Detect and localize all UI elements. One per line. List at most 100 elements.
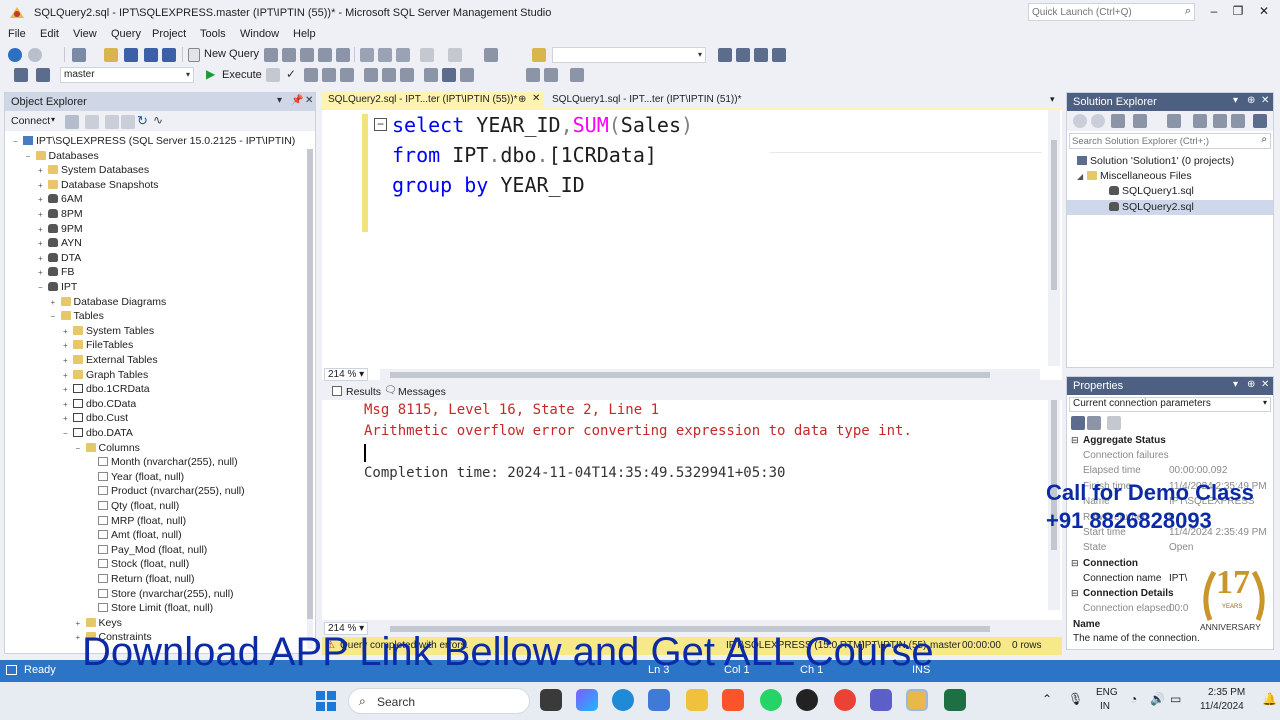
collapse-icon[interactable]: −	[13, 137, 23, 146]
redo-icon[interactable]	[448, 48, 462, 62]
refresh-icon[interactable]: ↻	[137, 113, 148, 129]
properties-object-selector[interactable]: Current connection parameters ▾	[1069, 397, 1271, 412]
tree-node-table[interactable]: + dbo.1CRData	[63, 383, 150, 397]
uncomment-icon[interactable]	[544, 68, 558, 82]
tree-node-folder[interactable]: + Database Snapshots	[38, 179, 158, 193]
expand-icon[interactable]: +	[38, 225, 48, 234]
menu-query[interactable]: Query	[111, 28, 141, 40]
region-code[interactable]: IN	[1100, 701, 1110, 712]
cut-icon[interactable]	[360, 48, 374, 62]
tree-node-folder[interactable]: − Columns	[76, 442, 140, 456]
live-stats-icon[interactable]	[382, 68, 396, 82]
tree-node-folder[interactable]: + System Databases	[38, 164, 149, 178]
close-icon[interactable]: ✕	[532, 93, 540, 104]
tree-node-db[interactable]: +9PM	[38, 223, 83, 237]
category-aggregate-status[interactable]: ⊟ Aggregate Status	[1067, 435, 1273, 450]
brave-icon[interactable]	[722, 689, 744, 711]
expand-icon[interactable]: ◢	[1077, 172, 1087, 181]
tree-node-folder[interactable]: + System Tables	[63, 325, 154, 339]
dropdown-icon[interactable]: ▾	[277, 95, 282, 106]
tree-node-folder[interactable]: + Graph Tables	[63, 369, 148, 383]
execute-icon[interactable]: ▶	[206, 67, 215, 81]
find-combo[interactable]: ▾	[552, 47, 706, 63]
teams-icon[interactable]	[870, 689, 892, 711]
query-designer-icon[interactable]	[322, 68, 336, 82]
connect-icon[interactable]	[14, 68, 28, 82]
results-text-icon[interactable]	[424, 68, 438, 82]
switch-view-icon[interactable]	[1133, 114, 1147, 128]
sync-icon[interactable]	[1193, 114, 1207, 128]
tab-sqlquery2[interactable]: SQLQuery2.sql - IPT...ter (IPT\IPTIN (55…	[322, 92, 544, 108]
tree-node-folder[interactable]: + FileTables	[63, 339, 133, 353]
property-row[interactable]: Connection failures	[1067, 450, 1273, 465]
find-icon[interactable]	[532, 48, 546, 62]
close-icon[interactable]: ✕	[1261, 379, 1269, 390]
edge-icon[interactable]	[612, 689, 634, 711]
toolbox-icon[interactable]	[754, 48, 768, 62]
collapse-icon[interactable]: −	[51, 312, 61, 321]
minimize-button[interactable]: –	[1204, 4, 1224, 20]
execute-button[interactable]: Execute	[222, 69, 262, 81]
tree-node-column[interactable]: Store (nvarchar(255), null)	[88, 588, 234, 602]
parse-icon[interactable]: ✓	[286, 67, 296, 81]
disconnect-icon[interactable]	[36, 68, 50, 82]
expand-icon[interactable]: +	[38, 166, 48, 175]
collapse-icon[interactable]: ⊟	[1071, 558, 1079, 569]
client-stats-icon[interactable]	[400, 68, 414, 82]
expand-icon[interactable]: +	[63, 341, 73, 350]
chevron-down-icon[interactable]: ▾	[51, 115, 55, 124]
misc-files-node[interactable]: ◢ Miscellaneous Files	[1077, 170, 1192, 184]
back-icon[interactable]	[8, 48, 22, 62]
categorized-icon[interactable]	[1071, 416, 1085, 430]
dmx-query-icon[interactable]	[282, 48, 296, 62]
expand-icon[interactable]: +	[51, 298, 61, 307]
store-icon[interactable]	[648, 689, 670, 711]
properties-icon[interactable]	[1253, 114, 1267, 128]
display-plan-icon[interactable]	[304, 68, 318, 82]
tree-node-folder[interactable]: + External Tables	[63, 354, 158, 368]
alphabetical-icon[interactable]	[1087, 416, 1101, 430]
forward-icon[interactable]	[1091, 114, 1105, 128]
show-all-icon[interactable]	[1231, 114, 1245, 128]
editor-zoom-selector[interactable]: 214 % ▾	[324, 368, 369, 381]
tab-sqlquery1[interactable]: SQLQuery1.sql - IPT...ter (IPT\IPTIN (51…	[546, 92, 746, 108]
pending-changes-icon[interactable]	[1167, 114, 1181, 128]
clock-time[interactable]: 2:35 PM	[1208, 687, 1245, 698]
disconnect-icon[interactable]	[85, 115, 99, 129]
tree-node-column[interactable]: Store Limit (float, null)	[88, 602, 213, 616]
tree-node-server[interactable]: − IPT\SQLEXPRESS (SQL Server 15.0.2125 - …	[13, 135, 295, 149]
tree-node-table[interactable]: + dbo.Cust	[63, 412, 128, 426]
tree-node-column[interactable]: Product (nvarchar(255), null)	[88, 485, 245, 499]
expand-icon[interactable]: +	[63, 371, 73, 380]
whatsapp-icon[interactable]	[760, 689, 782, 711]
tree-node-column[interactable]: Pay_Mod (float, null)	[88, 544, 207, 558]
file-node-sqlquery1[interactable]: SQLQuery1.sql	[1109, 185, 1194, 199]
tree-node-folder[interactable]: − Tables	[51, 310, 104, 324]
cancel-query-icon[interactable]	[266, 68, 280, 82]
activity-icon[interactable]: ∿	[153, 113, 163, 127]
microphone-icon[interactable]: 🎙	[1068, 692, 1083, 706]
wifi-icon[interactable]: ◔	[1130, 692, 1137, 706]
analysis-icon[interactable]	[336, 48, 350, 62]
close-button[interactable]: ✕	[1254, 4, 1274, 20]
solution-node[interactable]: Solution 'Solution1' (0 projects)	[1077, 155, 1234, 169]
tree-node-column[interactable]: Qty (float, null)	[88, 500, 179, 514]
ssms-taskbar-icon[interactable]	[906, 689, 928, 711]
vertical-scrollbar[interactable]	[1048, 110, 1060, 366]
filter-icon[interactable]	[121, 115, 135, 129]
messages-pane[interactable]: Msg 8115, Level 16, State 2, Line 1 Arit…	[322, 400, 1062, 635]
new-query-button[interactable]: New Query	[204, 48, 259, 60]
dropdown-icon[interactable]: ▾	[1233, 95, 1238, 106]
menu-view[interactable]: View	[73, 28, 97, 40]
solution-search-input[interactable]	[1070, 134, 1240, 148]
file-node-sqlquery2[interactable]: SQLQuery2.sql	[1109, 201, 1194, 215]
output-icon[interactable]	[6, 665, 17, 675]
tree-node-db[interactable]: − IPT	[38, 281, 77, 295]
collapse-icon[interactable]: −	[76, 444, 86, 453]
taskbar-search-box[interactable]: ⌕ Search	[348, 688, 530, 714]
collapse-icon[interactable]: −	[63, 429, 73, 438]
menu-project[interactable]: Project	[152, 28, 186, 40]
copy-icon[interactable]	[378, 48, 392, 62]
properties-icon[interactable]	[718, 48, 732, 62]
property-row[interactable]: State Open	[1067, 542, 1273, 557]
